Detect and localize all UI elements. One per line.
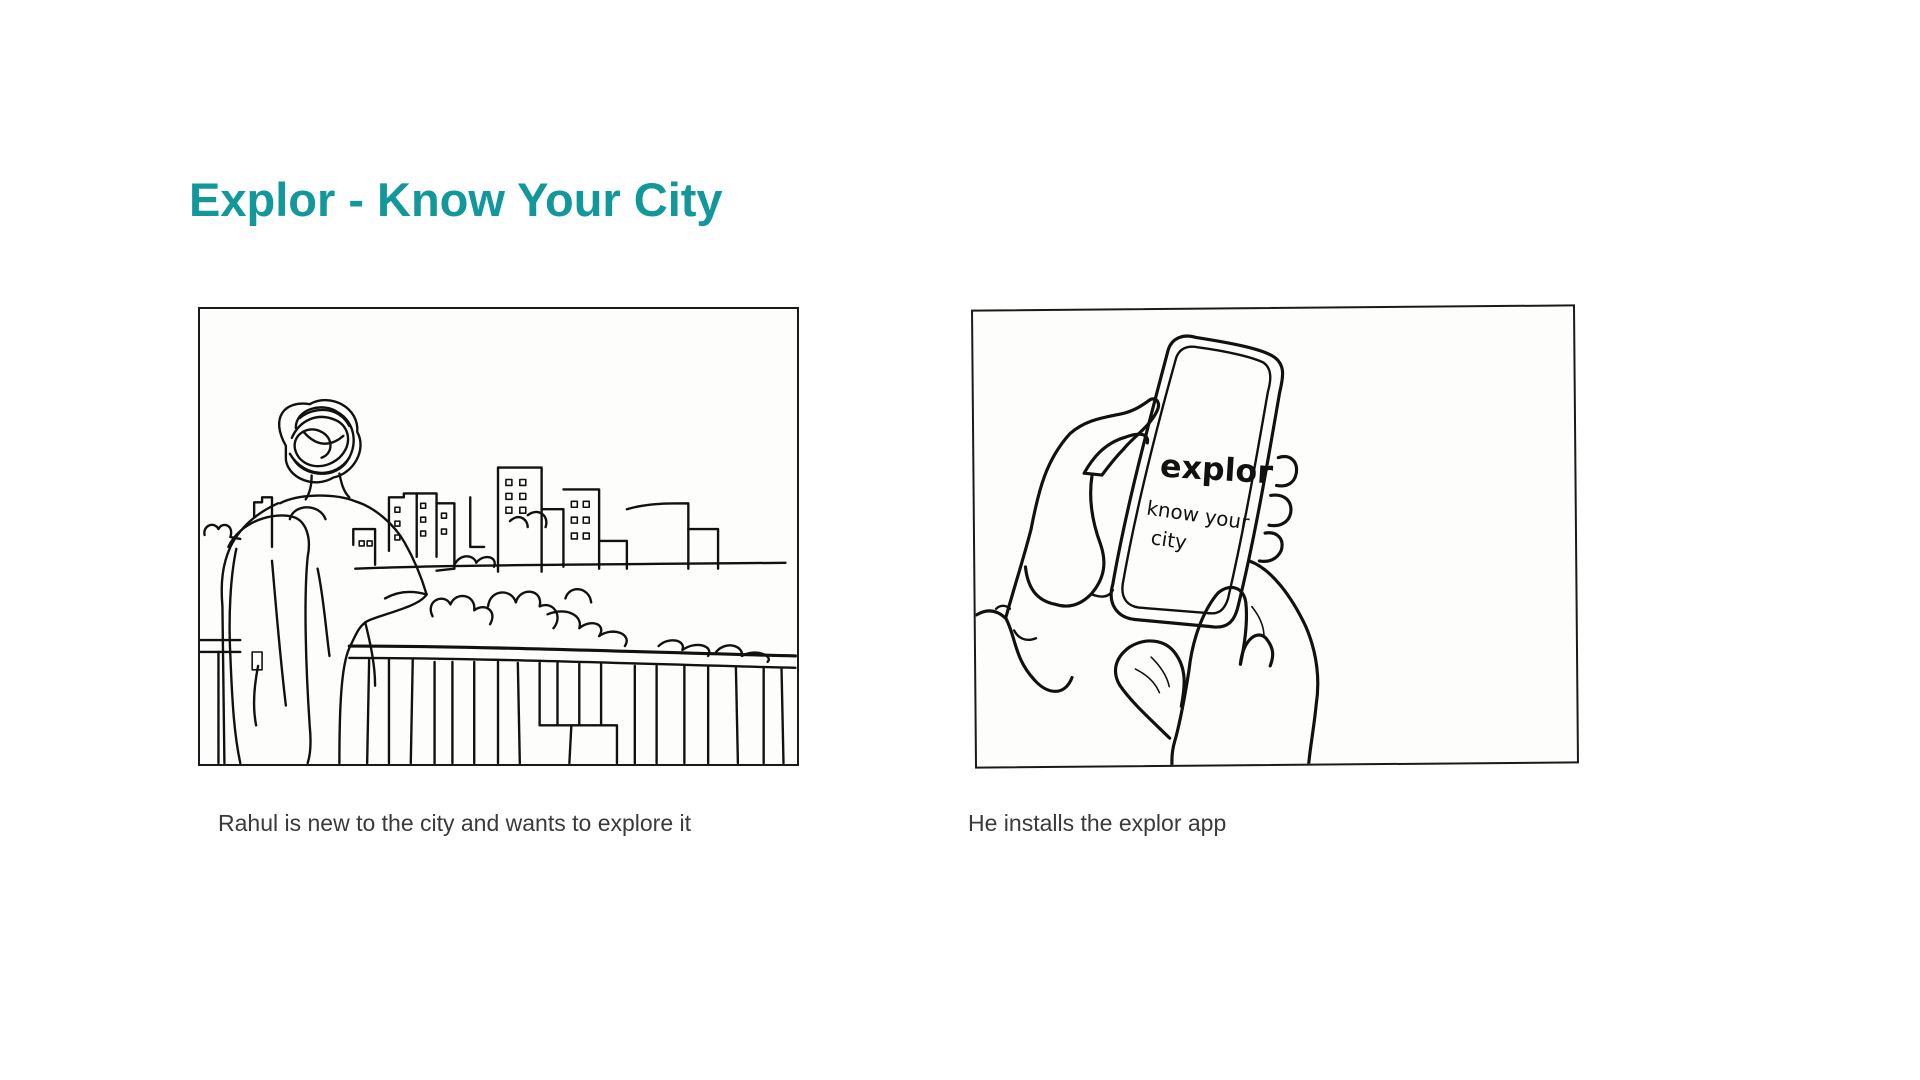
left-hand — [974, 397, 1161, 693]
person-rahul — [220, 398, 428, 764]
panel-2-caption: He installs the explor app — [968, 810, 1227, 836]
sketch-hands-holding-phone: explor know your city — [974, 334, 1320, 767]
sketch-man-overlooking-city — [200, 398, 797, 764]
right-hand — [1113, 559, 1320, 767]
city-skyline — [203, 466, 787, 573]
railing — [200, 638, 797, 764]
storyboard-panel-2: explor know your city — [971, 304, 1579, 769]
screen-app-name: explor — [1159, 449, 1274, 492]
phone: explor know your city — [1109, 334, 1285, 629]
screen-tagline-line2: city — [1149, 526, 1188, 554]
panel-1-caption: Rahul is new to the city and wants to ex… — [218, 810, 692, 836]
page-title: Explor - Know Your City — [189, 173, 723, 226]
storyboard-panel-1 — [198, 307, 799, 766]
